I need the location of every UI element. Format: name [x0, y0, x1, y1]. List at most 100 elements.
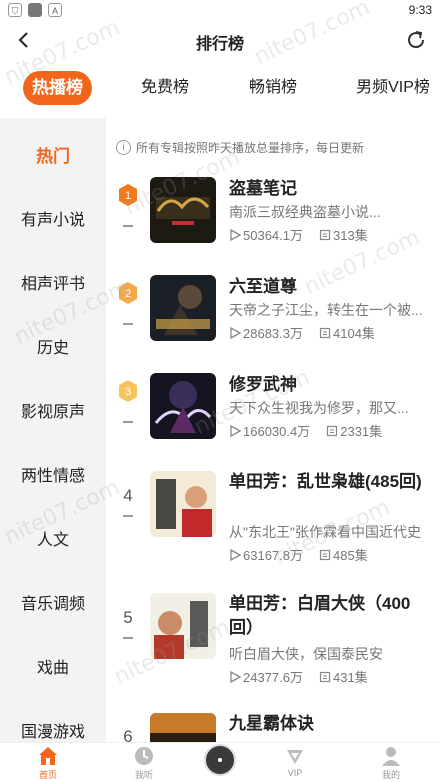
info-icon: i	[116, 140, 131, 155]
album-cover[interactable]	[150, 177, 216, 243]
sidebar-item-crosstalk[interactable]: 相声评书	[0, 270, 106, 294]
sidebar-item-audio-novel[interactable]: 有声小说	[0, 206, 106, 230]
refresh-icon[interactable]	[404, 28, 428, 52]
rank-number: 6	[123, 727, 133, 742]
rank-badge-gold-icon: 1	[119, 184, 137, 206]
nav-bar: 排行榜	[0, 22, 440, 58]
rank-badge-silver-icon: 2	[119, 282, 137, 304]
album-desc: 天帝之子江尘，转生在一个被...	[229, 302, 423, 318]
episodes-icon	[327, 425, 338, 436]
sidebar-item-soundtrack[interactable]: 影视原声	[0, 398, 106, 422]
category-sidebar: 热门 有声小说 相声评书 历史 影视原声 两性情感 人文 音乐调频 戏曲 国漫游…	[0, 118, 106, 742]
album-cover[interactable]	[150, 593, 216, 659]
album-desc: 听白眉大侠，保国泰民安	[229, 646, 383, 662]
nav-listen[interactable]: 我听	[114, 745, 174, 781]
album-stats: 28683.3万 4104集	[229, 323, 434, 342]
album-desc: 从"东北王"张作霖看中国近代史	[229, 524, 421, 540]
status-icons: ⛉ A	[8, 3, 62, 17]
album-title: 九星霸体诀	[229, 714, 314, 733]
episodes-icon	[319, 327, 331, 338]
ranking-notice: i 所有专辑按照昨天播放总量排序，每日更新	[116, 139, 364, 156]
play-count: 63167.8万	[243, 548, 303, 563]
rank-number: 1	[125, 190, 131, 202]
rank-number: 2	[125, 288, 131, 300]
ranking-list: i 所有专辑按照昨天播放总量排序，每日更新 1 盗墓笔记 南派三叔经典盗墓小说.…	[106, 118, 440, 742]
status-time: 9:33	[408, 3, 432, 17]
episode-count: 431集	[333, 670, 368, 685]
album-stats: 166030.4万 2331集	[229, 421, 434, 440]
rank-dash	[123, 515, 133, 517]
rank-dash	[123, 225, 133, 227]
play-count: 50364.1万	[243, 228, 303, 243]
nav-vip-label: VIP	[287, 768, 303, 778]
rank-number: 3	[125, 386, 131, 398]
episode-count: 4104集	[333, 326, 375, 341]
sidebar-item-music-radio[interactable]: 音乐调频	[0, 590, 106, 614]
sidebar-item-relationships[interactable]: 两性情感	[0, 462, 106, 486]
sidebar-item-anime-games[interactable]: 国漫游戏	[0, 718, 106, 742]
sidebar-item-history[interactable]: 历史	[0, 334, 106, 358]
play-count: 28683.3万	[243, 326, 303, 341]
album-stats: 24377.6万 431集	[229, 667, 434, 686]
nav-home[interactable]: 首页	[18, 745, 78, 781]
play-icon	[230, 670, 241, 683]
play-icon	[230, 548, 241, 561]
album-title: 单田芳：乱世枭雄(485回)	[229, 472, 422, 491]
rank-badge-bronze-icon: 3	[119, 380, 137, 402]
page-title: 排行榜	[195, 36, 244, 53]
nav-vip[interactable]: VIP	[265, 745, 325, 778]
vip-icon	[287, 750, 303, 764]
album-title: 盗墓笔记	[229, 179, 297, 198]
tab-free[interactable]: 免费榜	[128, 71, 202, 105]
status-bar: ⛉ A 9:33	[0, 0, 440, 22]
a-icon: A	[48, 3, 62, 17]
album-desc: 南派三叔经典盗墓小说...	[229, 204, 381, 220]
ranking-tabs: 热播榜 免费榜 畅销榜 男频VIP榜	[0, 62, 440, 114]
sidebar-item-humanities[interactable]: 人文	[0, 526, 106, 550]
play-icon	[230, 326, 241, 339]
album-title: 修罗武神	[229, 375, 297, 394]
play-count: 166030.4万	[243, 424, 311, 439]
album-title: 单田芳：白眉大侠（400回）	[229, 594, 411, 637]
episode-count: 313集	[333, 228, 368, 243]
sidebar-item-opera[interactable]: 戏曲	[0, 654, 106, 678]
album-cover[interactable]	[150, 275, 216, 341]
list-item[interactable]: 4 单田芳：乱世枭雄(485回) 从"东北王"张作霖看中国近代史 63167.8…	[106, 471, 440, 567]
play-icon	[230, 424, 241, 437]
player-disc-button[interactable]	[204, 744, 236, 776]
album-stats: 63167.8万 485集	[229, 545, 434, 564]
nav-mine-label: 我的	[381, 770, 400, 780]
nav-mine[interactable]: 我的	[361, 745, 421, 781]
album-desc: 天下众生视我为修罗，那又...	[229, 400, 409, 416]
list-item[interactable]: 6 九星霸体诀	[106, 713, 440, 742]
square-icon	[28, 3, 42, 17]
tab-bestseller[interactable]: 畅销榜	[236, 71, 310, 105]
clock-icon	[135, 747, 153, 765]
list-item[interactable]: 1 盗墓笔记 南派三叔经典盗墓小说... 50364.1万 313集	[106, 177, 440, 267]
rank-dash	[123, 637, 133, 639]
album-cover[interactable]	[150, 471, 216, 537]
episode-count: 485集	[333, 548, 368, 563]
album-title: 六至道尊	[229, 277, 297, 296]
rank-dash	[123, 421, 133, 423]
nav-home-label: 首页	[38, 770, 57, 780]
nav-listen-label: 我听	[134, 770, 153, 780]
rank-number: 5	[123, 608, 133, 627]
shield-icon: ⛉	[8, 3, 22, 17]
episodes-icon	[319, 671, 331, 682]
tab-hot[interactable]: 热播榜	[23, 71, 92, 105]
album-cover[interactable]	[150, 713, 216, 742]
sidebar-item-hot[interactable]: 热门	[0, 142, 106, 167]
home-icon	[39, 747, 57, 765]
episodes-icon	[319, 229, 331, 240]
episode-count: 2331集	[340, 424, 383, 439]
tab-male-vip[interactable]: 男频VIP榜	[350, 71, 436, 105]
list-item[interactable]: 2 六至道尊 天帝之子江尘，转生在一个被... 28683.3万 4104集	[106, 275, 440, 365]
bottom-nav: 首页 我听 VIP 我的	[0, 742, 440, 782]
album-cover[interactable]	[150, 373, 216, 439]
album-stats: 50364.1万 313集	[229, 225, 434, 244]
list-item[interactable]: 3 修罗武神 天下众生视我为修罗，那又... 166030.4万 2331集	[106, 373, 440, 463]
user-icon	[382, 747, 400, 766]
play-icon	[230, 228, 241, 241]
list-item[interactable]: 5 单田芳：白眉大侠（400回） 听白眉大侠，保国泰民安 24377.6万 43…	[106, 593, 440, 689]
